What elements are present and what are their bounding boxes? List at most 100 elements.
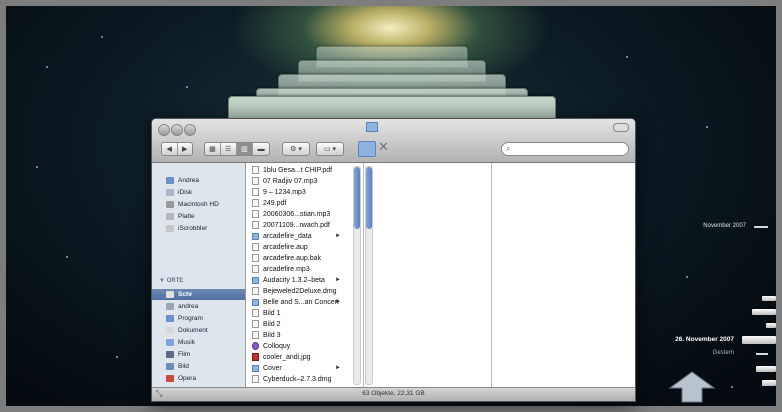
file-row[interactable]: arcadefire.mp3 — [246, 264, 353, 274]
file-icon — [252, 166, 259, 174]
timeline-tick[interactable] — [756, 353, 768, 355]
file-name: Cyberduck–2.7.3.dmg — [263, 375, 332, 383]
file-row[interactable]: 20071109...rwach.pdf — [246, 220, 353, 230]
coverflow-view-icon[interactable]: ▬ — [253, 143, 269, 155]
tools-icon[interactable]: ✕ — [378, 139, 389, 155]
timeline-bar[interactable] — [762, 380, 776, 386]
file-row[interactable]: Bejeweled2Deluxe.dmg — [246, 286, 353, 296]
scrollbar-thumb[interactable] — [354, 167, 360, 229]
file-row[interactable]: arcadefire.aup.bak — [246, 253, 353, 263]
sidebar-item-schr[interactable]: Schr — [152, 289, 245, 300]
sidebar-item-opera[interactable]: Opera — [152, 373, 245, 384]
computer-icon — [166, 177, 174, 184]
file-name: Bild 1 — [263, 309, 281, 317]
sidebar-item-label: Opera — [178, 375, 197, 382]
file-icon — [252, 210, 259, 218]
action-menu-button[interactable]: ⚙ ▾ — [282, 142, 310, 156]
file-name: Belle and S...an Concert — [263, 298, 339, 306]
hard-drive-icon — [166, 201, 174, 208]
file-row[interactable]: Cyberduck–2.7.3.dmg — [246, 374, 353, 384]
sidebar-item-label: Platte — [178, 213, 195, 220]
file-row[interactable]: Belle and S...an Concert ► — [246, 297, 353, 307]
search-icon: ⌕ — [506, 144, 511, 153]
file-row[interactable]: 249.pdf — [246, 198, 353, 208]
sidebar-item-musik[interactable]: Musik — [152, 337, 245, 348]
sidebar-item-idisk[interactable]: iDisk — [152, 187, 245, 198]
disk-icon — [166, 225, 174, 232]
file-icon — [252, 342, 259, 350]
file-row[interactable]: cooler_andi.jpg — [246, 352, 353, 362]
sidebar-item-andrea[interactable]: andrea — [152, 301, 245, 312]
back-arrow-icon[interactable] — [666, 370, 718, 404]
toolbar-toggle-button[interactable] — [613, 123, 629, 132]
timeline-bar[interactable] — [766, 323, 776, 328]
file-row[interactable]: Bild 2 — [246, 319, 353, 329]
file-name: cooler_andi.jpg — [263, 353, 311, 361]
file-icon — [252, 254, 259, 262]
zoom-button[interactable] — [184, 124, 196, 136]
file-name: 20060306...stian.mp3 — [263, 210, 331, 218]
file-name: 9 – 1234.mp3 — [263, 188, 306, 196]
folder-toolbar-icon[interactable] — [358, 141, 376, 157]
home-icon — [166, 303, 174, 310]
search-input[interactable]: ⌕ — [501, 142, 629, 156]
timeline-tick[interactable] — [754, 226, 768, 228]
sidebar-item-label: Film — [178, 351, 191, 358]
file-name: arcadefire.aup — [263, 243, 308, 251]
file-icon — [252, 188, 259, 196]
empty-column — [492, 163, 635, 388]
file-name: arcadefire.mp3 — [263, 265, 310, 273]
file-row[interactable]: 9 – 1234.mp3 — [246, 187, 353, 197]
star — [731, 386, 733, 388]
column-scrollbar[interactable] — [353, 166, 361, 385]
column-scrollbar[interactable] — [365, 166, 373, 385]
view-mode-buttons[interactable]: ▦ ☰ ▥ ▬ — [204, 142, 270, 156]
resize-icon[interactable]: ⤡ — [156, 388, 162, 400]
sidebar-item-label: Program — [178, 315, 203, 322]
sidebar-item-dokument[interactable]: Dokument — [152, 325, 245, 336]
back-button[interactable]: ◀ — [162, 143, 178, 155]
file-row[interactable]: 20060306...stian.mp3 — [246, 209, 353, 219]
movies-icon — [166, 351, 174, 358]
sidebar-item-andrea[interactable]: Andrea — [152, 175, 245, 186]
timeline-bar[interactable] — [756, 366, 776, 372]
file-row[interactable]: Bild 1 — [246, 308, 353, 318]
file-row[interactable]: arcadefire_data ► — [246, 231, 353, 241]
disclosure-arrow-icon: ► — [335, 277, 341, 283]
file-row[interactable]: arcadefire.aup — [246, 242, 353, 252]
applications-icon — [166, 315, 174, 322]
folder-icon — [252, 276, 259, 284]
places-header: ▼ ORTE — [159, 278, 184, 284]
arrange-menu-button[interactable]: ▭ ▾ — [316, 142, 344, 156]
file-row[interactable]: 07 Radjiv 07.mp3 — [246, 176, 353, 186]
file-row[interactable]: Bild 3 — [246, 330, 353, 340]
timeline-current-bar[interactable] — [742, 336, 776, 344]
icon-view-icon[interactable]: ▦ — [205, 143, 221, 155]
back-forward-buttons[interactable]: ◀ ▶ — [161, 142, 193, 156]
scrollbar-thumb[interactable] — [366, 167, 372, 229]
column-view-icon[interactable]: ▥ — [236, 143, 254, 155]
file-row[interactable]: 1blu Gesa...t CHIP.pdf — [246, 165, 353, 175]
sidebar-item-film[interactable]: Film — [152, 349, 245, 360]
sidebar-item-label: Musik — [178, 339, 195, 346]
sidebar-item-label: Schr — [178, 291, 193, 298]
timeline-bar[interactable] — [752, 309, 776, 315]
file-row[interactable]: Audacity 1.3.2–beta ► — [246, 275, 353, 285]
file-name: Bejeweled2Deluxe.dmg — [263, 287, 337, 295]
timeline-bar[interactable] — [762, 296, 776, 301]
sidebar-item-iscrobbler[interactable]: iScrobbler — [152, 223, 245, 234]
file-row[interactable]: Cover ► — [246, 363, 353, 373]
sidebar-item-platte[interactable]: Platte — [152, 211, 245, 222]
gear-icon: ⚙ ▾ — [290, 146, 302, 153]
file-name: Colloquy — [263, 342, 291, 350]
sidebar-item-bild[interactable]: Bild — [152, 361, 245, 372]
sidebar-item-program[interactable]: Program — [152, 313, 245, 324]
sidebar-item-macintosh-hd[interactable]: Macintosh HD — [152, 199, 245, 210]
file-icon — [252, 199, 259, 207]
minimize-button[interactable] — [171, 124, 183, 136]
file-name: 20071109...rwach.pdf — [263, 221, 330, 229]
forward-button[interactable]: ▶ — [178, 143, 193, 155]
close-button[interactable] — [158, 124, 170, 136]
list-view-icon[interactable]: ☰ — [221, 143, 237, 155]
file-row[interactable]: Colloquy — [246, 341, 353, 351]
